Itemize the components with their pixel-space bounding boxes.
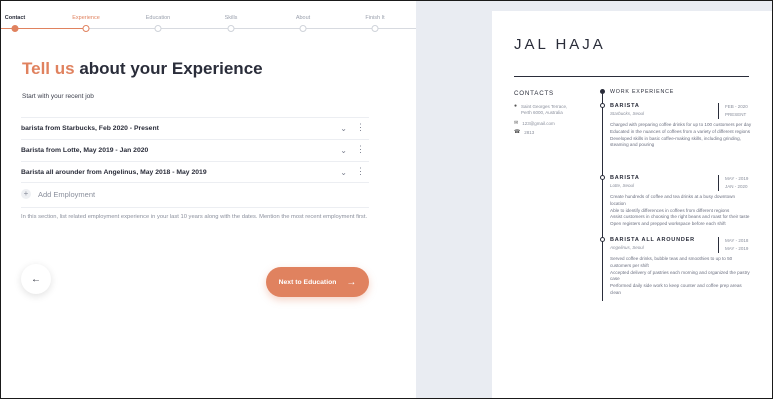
work-start: MAY - 2018 [725,238,749,243]
step-skills-label[interactable]: Skills [225,15,238,21]
next-button-label: Next to Education [278,278,337,286]
page-title-accent: Tell us [22,59,75,78]
work-bullet: Create hundreds of coffee and tea drinks… [610,194,736,206]
work-bullet: Performed daily side work to keep counte… [610,283,742,295]
work-entry: BARISTA Starbucks, Seoul FEB - 2020 PRES… [610,103,752,149]
work-bullets: Served coffee drinks, bubble teas and sm… [610,256,752,297]
phone-icon: ☎ [514,129,521,135]
work-bullet: Able to identify differences in coffees … [610,207,730,213]
more-vertical-icon[interactable]: ⋮ [356,122,365,133]
step-education-label[interactable]: Education [146,15,170,21]
progress-stepper: Contact Experience Education Skills Abou… [1,15,416,45]
work-dates: MAY - 2018 MAY - 2019 [718,237,752,253]
page-title: Tell us about your Experience [22,59,263,79]
resume-name: JAL HAJA [514,36,606,53]
location-pin-icon: ● [514,103,518,109]
mail-icon: ✉ [514,120,519,126]
work-bullet: Developed skills in basic coffee-making … [610,135,741,148]
contact-address: ● Saint Georges Terrace, Perth 6000, Aust… [514,103,567,115]
resume-page: JAL HAJA CONTACTS ● Saint Georges Terrac… [492,11,772,398]
contact-address-text: Saint Georges Terrace, Perth 6000, Austra… [521,104,567,115]
arrow-right-icon: → [346,276,357,288]
step-skills-dot[interactable] [227,25,235,32]
work-bullet: Accepted delivery of pastries each morni… [610,269,750,282]
step-about-dot[interactable] [299,25,307,32]
address-line-2: Perth 6000, Australia [521,109,563,115]
arrow-left-icon: ← [31,273,41,285]
work-entry: BARISTA ALL AROUNDER Angelinus, Seoul MA… [610,237,752,297]
page-subtitle: Start with your recent job [22,93,94,100]
contacts-heading: CONTACTS [514,90,554,97]
work-bullets: Charged with preparing coffee drinks for… [610,122,752,149]
employment-list: barista from Starbucks, Feb 2020 - Prese… [21,117,369,183]
work-entry: BARISTA Lotte, Seoul MAY - 2019 JAN - 20… [610,175,752,228]
work-bullet: Served coffee drinks, bubble teas and sm… [610,256,733,268]
work-bullet: Open registers and prepped workspace bef… [610,221,726,227]
next-button[interactable]: Next to Education → [266,267,369,297]
add-employment-button[interactable]: + Add Employment [21,189,95,199]
employment-item[interactable]: Barista from Lotte, May 2019 - Jan 2020 … [21,139,369,161]
chevron-down-icon[interactable]: ⌄ [340,168,347,177]
step-experience-label[interactable]: Experience [72,15,100,21]
work-start: FEB - 2020 [725,104,748,109]
contact-phone-text: 2813 [524,130,535,135]
work-dates: MAY - 2019 JAN - 2020 [718,175,752,191]
work-bullets: Create hundreds of coffee and tea drinks… [610,194,752,228]
step-education-dot[interactable] [154,25,162,32]
work-dates: FEB - 2020 PRESENT [718,103,752,119]
work-start: MAY - 2019 [725,176,749,181]
timeline-dot [600,103,605,108]
work-experience-heading: WORK EXPERIENCE [610,89,675,95]
divider [514,76,749,77]
work-end: JAN - 2020 [725,184,748,189]
work-bullet: Charged with preparing coffee drinks for… [610,122,752,127]
contact-email-text: 123@gmail.com [522,121,555,126]
contact-phone: ☎ 2813 [514,129,535,136]
experience-form-panel: Contact Experience Education Skills Abou… [1,1,416,398]
add-employment-label: Add Employment [38,189,96,199]
employment-item[interactable]: barista from Starbucks, Feb 2020 - Prese… [21,117,369,139]
work-end: MAY - 2019 [725,246,749,251]
chevron-down-icon[interactable]: ⌄ [340,146,347,155]
employment-item[interactable]: Barista all arounder from Angelinus, May… [21,161,369,183]
work-bullet: Assist customers in choosing the right b… [610,214,750,220]
step-about-label[interactable]: About [296,15,310,21]
stepper-track-remaining [86,28,416,29]
step-contact-label[interactable]: Contact [5,15,25,21]
step-experience-dot[interactable] [82,25,90,32]
employment-item-title: Barista from Lotte, May 2019 - Jan 2020 [21,147,149,154]
employment-item-title: barista from Starbucks, Feb 2020 - Prese… [21,125,159,132]
work-bullet: Educated in the nuances of coffees from … [610,128,751,134]
contact-email: ✉ 123@gmail.com [514,120,555,127]
resume-preview-panel: JAL HAJA CONTACTS ● Saint Georges Terrac… [416,1,772,398]
timeline-line [602,91,603,301]
work-end: PRESENT [725,112,747,117]
timeline-dot [600,237,605,242]
page-title-rest: about your Experience [79,59,263,78]
address-line-1: Saint Georges Terrace, [521,104,568,109]
more-vertical-icon[interactable]: ⋮ [356,144,365,155]
plus-icon: + [21,189,31,199]
employment-item-title: Barista all arounder from Angelinus, May… [21,168,207,176]
chevron-down-icon[interactable]: ⌄ [340,124,347,133]
help-text: In this section, list related employment… [21,214,368,220]
more-vertical-icon[interactable]: ⋮ [356,166,365,177]
timeline-dot [600,89,605,94]
divider [21,207,369,208]
step-finish-label[interactable]: Finish It [365,15,384,21]
back-button[interactable]: ← [21,264,51,294]
step-finish-dot[interactable] [371,25,379,32]
timeline-dot [600,175,605,180]
step-contact-dot[interactable] [11,25,19,32]
